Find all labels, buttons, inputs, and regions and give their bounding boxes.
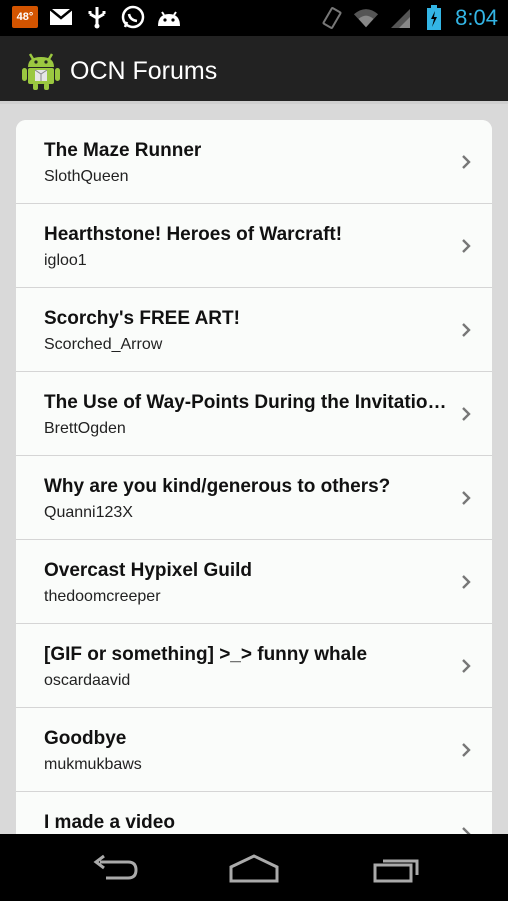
thread-author: Scorched_Arrow: [44, 336, 163, 353]
chevron-right-icon: [462, 827, 471, 834]
thread-row[interactable]: Why are you kind/generous to others? Qua…: [16, 456, 492, 540]
wifi-icon: [353, 6, 379, 30]
chevron-right-icon: [462, 575, 471, 589]
recent-apps-icon[interactable]: [366, 852, 426, 884]
thread-row[interactable]: Overcast Hypixel Guild thedoomcreeper: [16, 540, 492, 624]
thread-row[interactable]: [GIF or something] >_> funny whale oscar…: [16, 624, 492, 708]
chevron-right-icon: [462, 491, 471, 505]
chevron-right-icon: [462, 407, 471, 421]
thread-author: mukmukbaws: [44, 756, 142, 773]
thread-title: The Maze Runner: [44, 140, 202, 161]
chevron-right-icon: [462, 239, 471, 253]
android-debug-icon: [156, 5, 182, 29]
thread-author: BrettOgden: [44, 420, 126, 437]
navigation-bar: [0, 834, 508, 901]
thread-row[interactable]: I made a video: [16, 792, 492, 834]
signal-icon: [387, 6, 413, 30]
thread-author: SlothQueen: [44, 168, 129, 185]
whatsapp-icon: [120, 5, 146, 29]
status-bar: 48° 8:04: [0, 0, 508, 36]
thread-title: The Use of Way-Points During the Invitat…: [44, 392, 448, 413]
thread-author: oscardaavid: [44, 672, 131, 689]
app-title: OCN Forums: [70, 57, 218, 85]
battery-charging-icon: [421, 5, 447, 30]
thread-author: Quanni123X: [44, 504, 133, 521]
chevron-right-icon: [462, 323, 471, 337]
thread-title: Why are you kind/generous to others?: [44, 476, 391, 497]
gmail-icon: [48, 5, 74, 29]
back-icon[interactable]: [84, 852, 144, 884]
thread-list-area[interactable]: The Maze Runner SlothQueen Hearthstone! …: [0, 104, 508, 834]
action-bar: OCN Forums: [0, 36, 508, 104]
vibrate-icon: [319, 6, 345, 30]
thread-author: igloo1: [44, 252, 87, 269]
chevron-right-icon: [462, 743, 471, 757]
thread-row[interactable]: Hearthstone! Heroes of Warcraft! igloo1: [16, 204, 492, 288]
usb-icon: [84, 5, 110, 29]
chevron-right-icon: [462, 155, 471, 169]
thread-title: Scorchy's FREE ART!: [44, 308, 240, 329]
thread-list: The Maze Runner SlothQueen Hearthstone! …: [16, 120, 492, 834]
thread-title: [GIF or something] >_> funny whale: [44, 644, 368, 665]
chevron-right-icon: [462, 659, 471, 673]
thread-row[interactable]: Goodbye mukmukbaws: [16, 708, 492, 792]
weather-temp-badge: 48°: [12, 6, 38, 28]
status-clock: 8:04: [455, 5, 498, 30]
thread-title: Hearthstone! Heroes of Warcraft!: [44, 224, 343, 245]
thread-row[interactable]: The Maze Runner SlothQueen: [16, 120, 492, 204]
thread-row[interactable]: Scorchy's FREE ART! Scorched_Arrow: [16, 288, 492, 372]
home-icon[interactable]: [224, 852, 284, 884]
thread-title: Overcast Hypixel Guild: [44, 560, 253, 581]
android-app-icon[interactable]: [22, 50, 60, 90]
thread-row[interactable]: The Use of Way-Points During the Invitat…: [16, 372, 492, 456]
thread-author: thedoomcreeper: [44, 588, 161, 605]
thread-title: I made a video: [44, 812, 175, 833]
thread-title: Goodbye: [44, 728, 127, 749]
